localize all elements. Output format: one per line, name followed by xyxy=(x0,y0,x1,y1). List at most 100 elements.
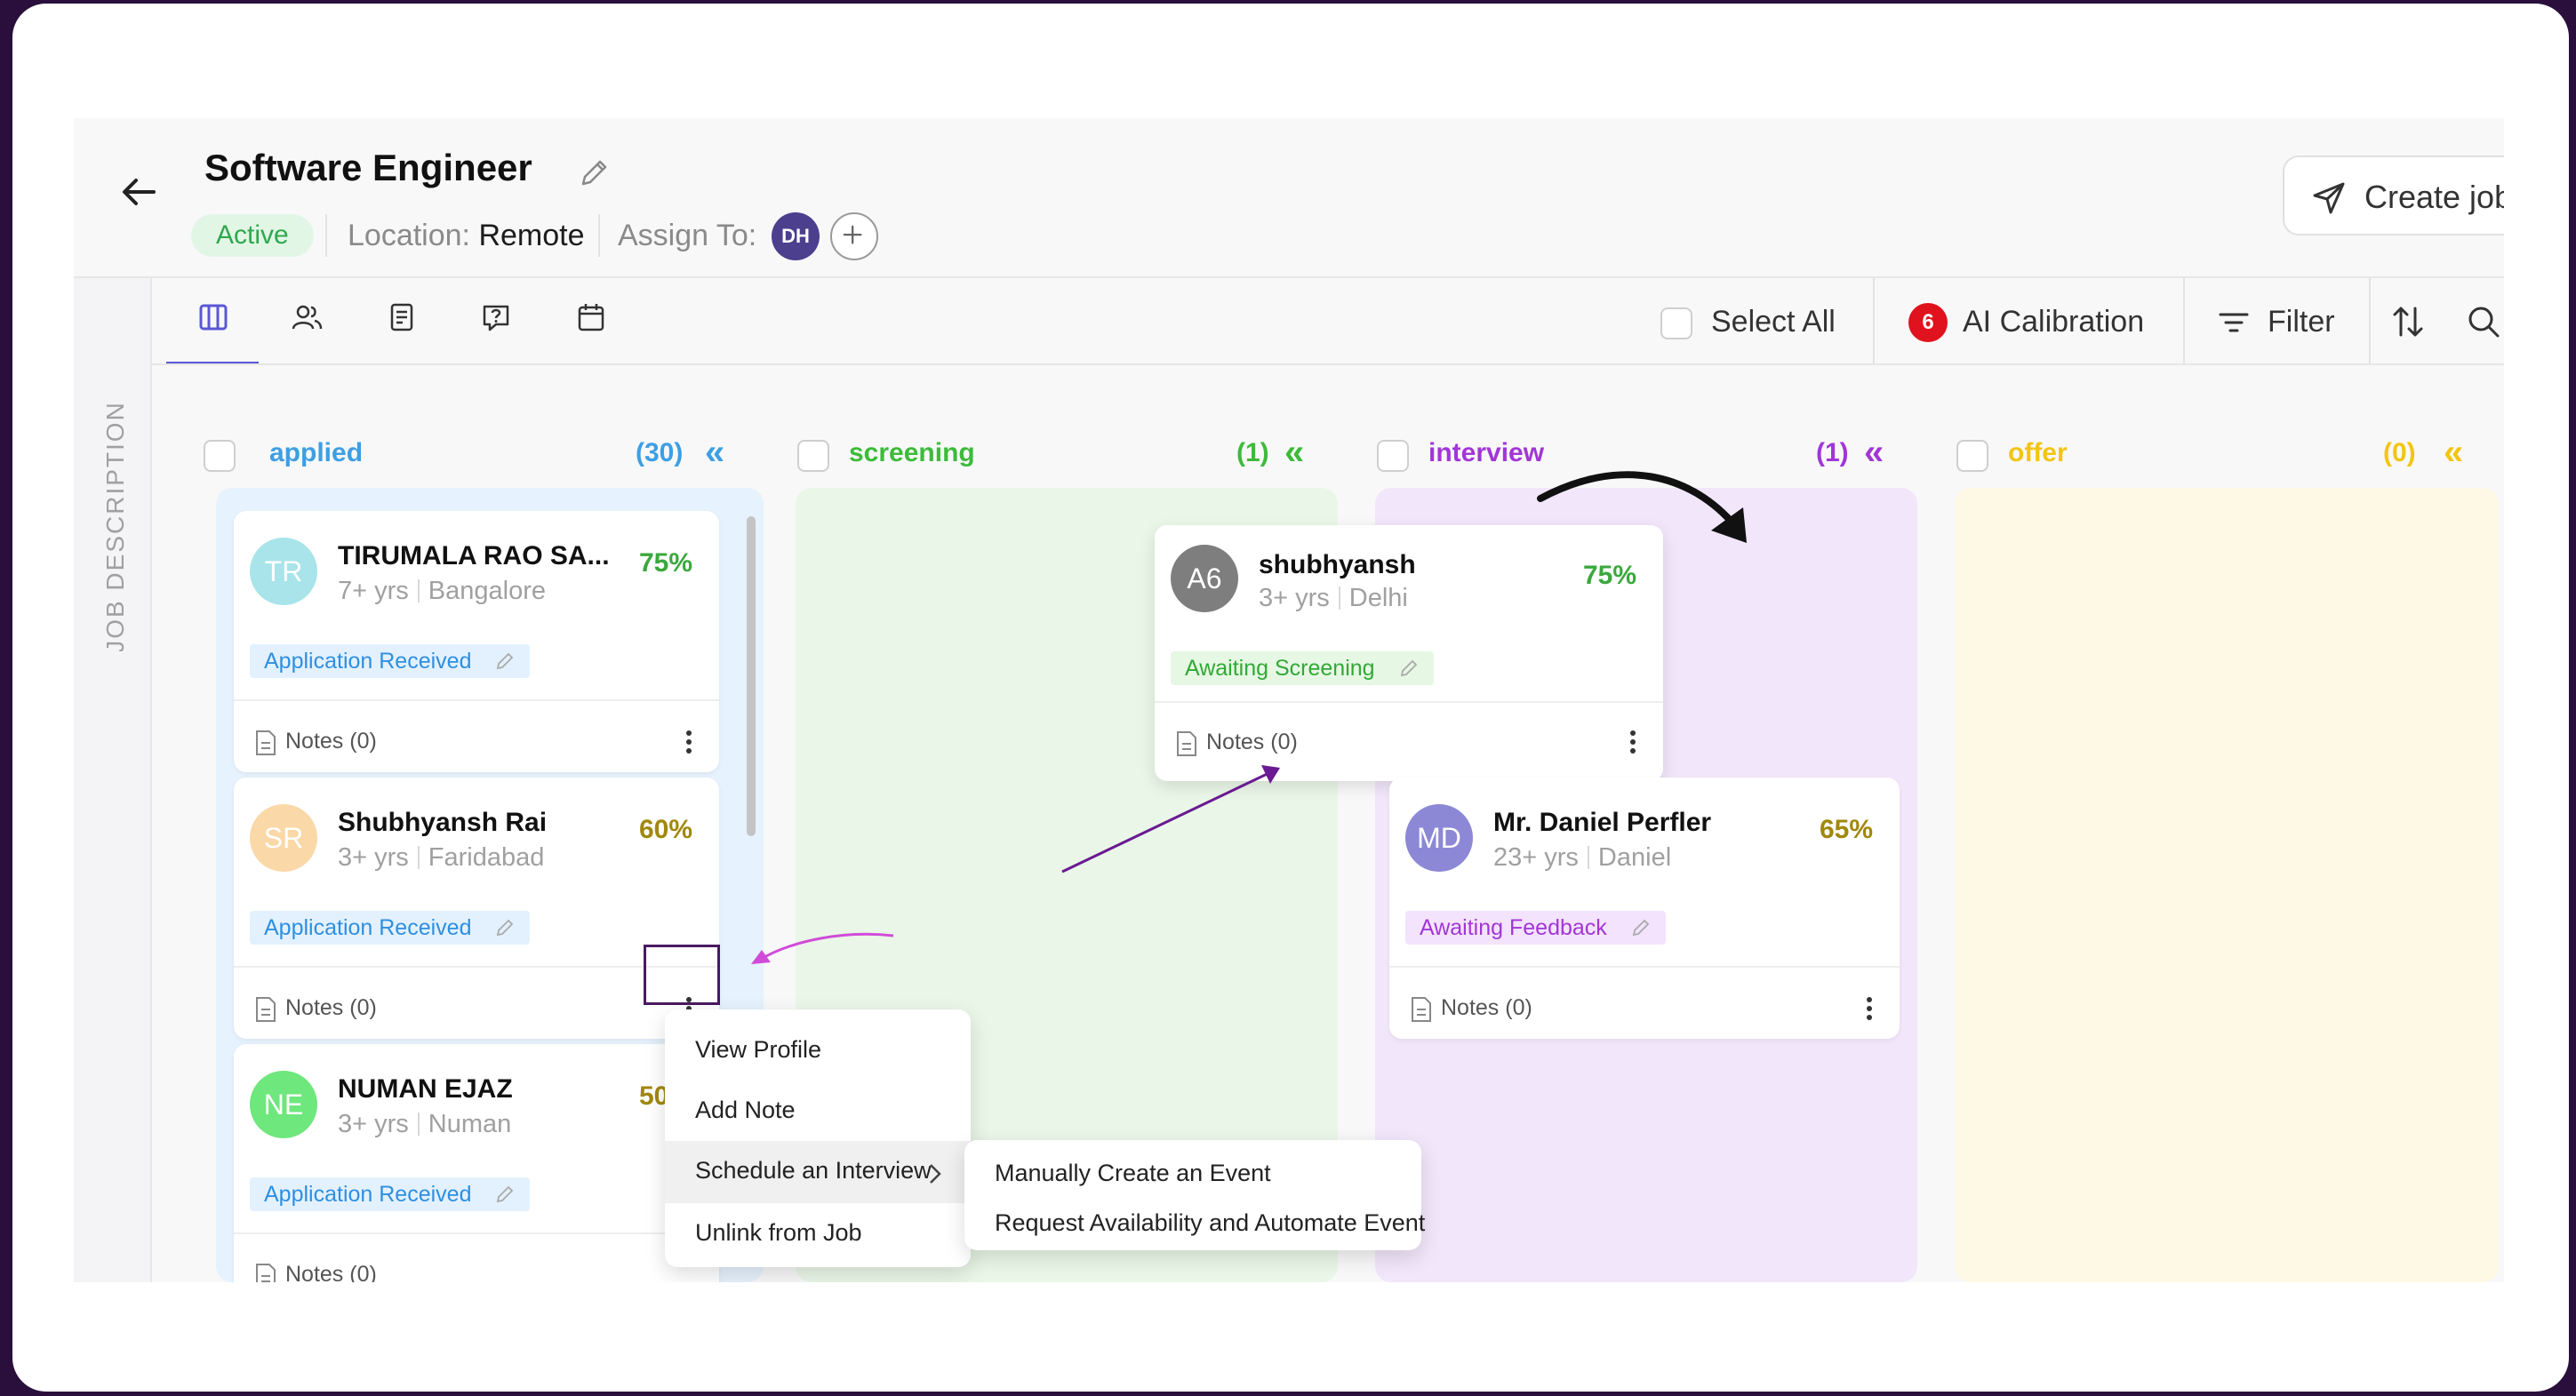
pointer-arrow-icon xyxy=(751,932,894,964)
column-title-offer: offer xyxy=(2008,438,2068,467)
menu-item-unlink-job[interactable]: Unlink from Job xyxy=(695,1219,862,1247)
board-view-icon[interactable] xyxy=(197,301,229,333)
job-description-label: JOB DESCRIPTION xyxy=(101,403,129,651)
candidate-name[interactable]: Shubhyansh Rai xyxy=(338,808,547,838)
divider xyxy=(325,214,327,257)
menu-item-view-profile[interactable]: View Profile xyxy=(695,1036,821,1064)
candidates-icon[interactable] xyxy=(291,301,323,333)
pencil-icon[interactable] xyxy=(1398,658,1420,679)
candidate-meta: 23+ yrs Daniel xyxy=(1493,843,1671,873)
pencil-icon[interactable] xyxy=(494,917,516,938)
ai-calibration-button[interactable]: AI Calibration xyxy=(1963,305,2144,339)
collapse-column-offer-button[interactable]: « xyxy=(2444,433,2463,473)
candidate-name[interactable]: NUMAN EJAZ xyxy=(338,1074,513,1105)
candidate-name[interactable]: TIRUMALA RAO SA... xyxy=(338,541,610,571)
status-tag-label: Application Received xyxy=(264,649,472,674)
column-checkbox-interview[interactable] xyxy=(1377,440,1409,472)
experience: 3+ yrs xyxy=(338,1110,409,1138)
match-score: 60% xyxy=(638,815,692,844)
pencil-icon[interactable] xyxy=(494,1184,516,1205)
more-options-icon[interactable] xyxy=(1860,991,1878,1026)
column-checkbox-offer[interactable] xyxy=(1956,440,1988,472)
pencil-icon[interactable] xyxy=(1630,917,1652,938)
status-tag-label: Application Received xyxy=(264,915,472,940)
city: Delhi xyxy=(1348,584,1408,612)
collapse-column-screening-button[interactable]: « xyxy=(1284,433,1304,473)
divider xyxy=(1389,966,1900,968)
pencil-icon[interactable] xyxy=(576,156,612,191)
filter-icon[interactable] xyxy=(2216,305,2252,340)
column-title-screening: screening xyxy=(849,438,975,467)
more-options-icon[interactable] xyxy=(680,724,698,760)
location-label: Location: xyxy=(348,219,470,252)
experience: 7+ yrs xyxy=(338,577,409,605)
collapse-column-applied-button[interactable]: « xyxy=(705,433,724,473)
candidate-card[interactable]: TR TIRUMALA RAO SA... 7+ yrs Bangalore 75… xyxy=(234,511,719,772)
status-tag-label: Application Received xyxy=(264,1182,472,1207)
add-assignee-button[interactable] xyxy=(830,212,878,260)
location-value: Remote xyxy=(478,219,585,252)
chevron-right-icon xyxy=(930,1164,941,1184)
search-icon[interactable] xyxy=(2465,303,2502,340)
page-title: Software Engineer xyxy=(204,147,532,188)
chat-question-icon[interactable] xyxy=(480,301,512,333)
select-all-checkbox[interactable] xyxy=(1660,307,1692,339)
menu-item-add-note[interactable]: Add Note xyxy=(695,1097,796,1124)
schedule-submenu: Manually Create an Event Request Availab… xyxy=(964,1140,1425,1250)
notes-icon xyxy=(1412,997,1431,1022)
column-offer xyxy=(1955,488,2499,1282)
column-checkbox-screening[interactable] xyxy=(797,440,829,472)
submenu-item-manual-event[interactable]: Manually Create an Event xyxy=(995,1160,1271,1187)
sort-icon[interactable] xyxy=(2389,303,2427,340)
candidate-card[interactable]: MD Mr. Daniel Perfler 23+ yrs Daniel 65% … xyxy=(1389,778,1900,1039)
candidate-name[interactable]: Mr. Daniel Perfler xyxy=(1493,808,1711,838)
notes-link[interactable]: Notes (0) xyxy=(285,1262,377,1282)
candidate-meta: 3+ yrs Numan xyxy=(338,1110,511,1139)
job-description-tab[interactable]: JOB DESCRIPTION xyxy=(83,403,145,651)
assignee-avatar[interactable]: DH xyxy=(772,212,820,260)
divider xyxy=(2369,278,2371,363)
applied-scrollbar-thumb[interactable] xyxy=(747,516,756,836)
column-count-offer: (0) xyxy=(2383,438,2416,467)
candidate-name[interactable]: shubhyansh xyxy=(1259,550,1416,580)
column-checkbox-applied[interactable] xyxy=(204,440,236,472)
collapse-column-interview-button[interactable]: « xyxy=(1864,433,1884,473)
divider xyxy=(152,363,2504,365)
create-job-button[interactable]: Create job xyxy=(2283,156,2504,235)
experience: 3+ yrs xyxy=(338,843,409,872)
back-arrow-icon[interactable] xyxy=(116,170,161,214)
divider xyxy=(1155,701,1663,703)
more-options-icon[interactable] xyxy=(1624,724,1642,760)
candidate-meta: 7+ yrs Bangalore xyxy=(338,577,546,606)
menu-item-schedule-interview[interactable]: Schedule an Interview xyxy=(695,1157,932,1185)
city: Numan xyxy=(428,1110,512,1138)
notes-link[interactable]: Notes (0) xyxy=(1441,995,1532,1021)
match-score: 65% xyxy=(1819,815,1873,844)
status-badge: Active xyxy=(191,214,314,257)
document-icon[interactable] xyxy=(386,301,418,333)
send-icon xyxy=(2313,182,2345,214)
avatar: MD xyxy=(1405,804,1473,872)
notes-link[interactable]: Notes (0) xyxy=(285,995,377,1021)
pencil-icon[interactable] xyxy=(494,650,516,672)
avatar: SR xyxy=(250,804,317,872)
select-all-label[interactable]: Select All xyxy=(1711,305,1836,339)
filter-button[interactable]: Filter xyxy=(2268,305,2335,339)
city: Bangalore xyxy=(428,577,546,605)
drag-arrow-icon xyxy=(1061,765,1280,873)
column-count-screening: (1) xyxy=(1236,438,1269,467)
job-description-sidebar[interactable]: JOB DESCRIPTION xyxy=(74,278,152,1282)
status-tag: Awaiting Screening xyxy=(1171,651,1434,685)
experience: 23+ yrs xyxy=(1493,843,1579,872)
experience: 3+ yrs xyxy=(1259,584,1330,612)
submenu-item-request-availability[interactable]: Request Availability and Automate Event xyxy=(995,1209,1425,1237)
notes-link[interactable]: Notes (0) xyxy=(285,729,377,754)
avatar: TR xyxy=(250,538,317,605)
calendar-icon[interactable] xyxy=(575,301,607,333)
divider xyxy=(74,276,2504,278)
ai-calibration-count-badge: 6 xyxy=(1908,303,1948,342)
candidate-meta: 3+ yrs Delhi xyxy=(1259,584,1408,613)
job-pipeline-app: Software Engineer Active Location: Remot… xyxy=(74,118,2504,1282)
candidate-card[interactable]: NE NUMAN EJAZ 3+ yrsNuman 50% Applicatio… xyxy=(234,1044,719,1282)
column-title-applied: applied xyxy=(269,438,364,467)
